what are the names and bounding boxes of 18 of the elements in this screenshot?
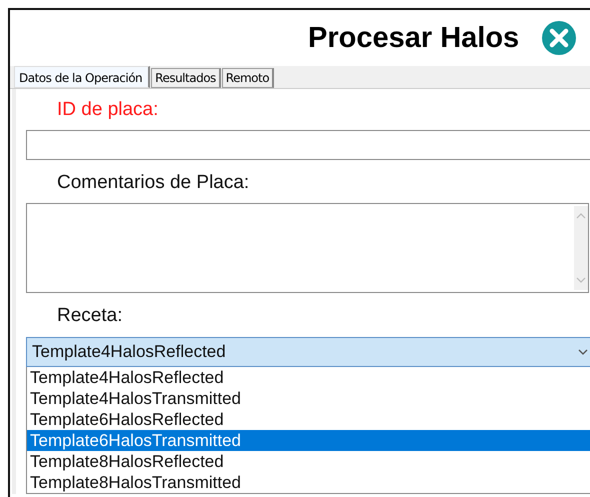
dropdown-option[interactable]: Template4HalosTransmitted	[27, 388, 590, 409]
text-area[interactable]	[26, 203, 589, 293]
field-label: Comentarios de Placa:	[56, 171, 250, 195]
tab[interactable]: Remoto	[222, 68, 274, 88]
dropdown-option[interactable]: Template6HalosTransmitted	[27, 430, 590, 451]
dropdown-option[interactable]: Template8HalosReflected	[27, 451, 590, 472]
window-title: Procesar Halos	[308, 22, 520, 54]
field-label: Receta:	[56, 304, 124, 328]
input-field[interactable]	[26, 130, 590, 160]
close-icon[interactable]	[541, 20, 578, 56]
field-label: ID de placa:	[56, 98, 160, 122]
dropdown-option[interactable]: Template4HalosReflected	[27, 367, 590, 388]
recipe-dropdown[interactable]: Template4HalosReflected	[26, 337, 590, 367]
dropdown-option[interactable]: Template8HalosTransmitted	[27, 472, 590, 493]
tab[interactable]: Datos de la Operación	[14, 66, 150, 88]
dropdown-option[interactable]: Template6HalosReflected	[27, 409, 590, 430]
chevron-down-icon	[577, 348, 589, 356]
tab[interactable]: Resultados	[151, 68, 221, 88]
